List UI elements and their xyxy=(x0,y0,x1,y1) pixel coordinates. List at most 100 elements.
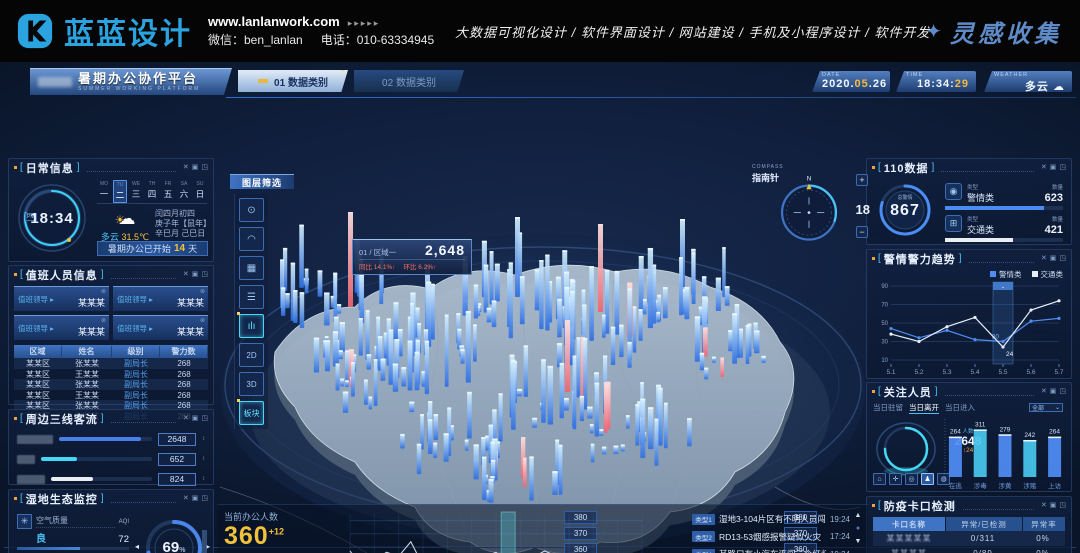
svg-text:5.6: 5.6 xyxy=(1026,369,1035,376)
brand-banner: 蓝蓝设计 www.lanlanwork.com▸▸▸▸▸ 微信：ben_lanl… xyxy=(0,0,1080,62)
checkpoint-name: 某某某某某 xyxy=(873,533,945,544)
panel-minimize-icon[interactable]: ✕ xyxy=(183,415,189,422)
panel-window-icon[interactable]: ▣ xyxy=(1050,388,1057,395)
panel-expand-icon[interactable]: ◳ xyxy=(1059,164,1066,171)
layer-button-mode-2d[interactable]: 2D xyxy=(239,343,264,367)
region-tooltip[interactable]: 01 / 区域一 2,648 同比 14.1%↑ 环比 6.2%↑ xyxy=(352,239,472,275)
panel-minimize-icon[interactable]: ✕ xyxy=(1041,502,1047,509)
duty-leader-card[interactable]: 值班领导 ▸某某某⊗ xyxy=(113,315,208,340)
duty-leader-card[interactable]: 值班领导 ▸某某某⊗ xyxy=(14,286,109,311)
target-icon[interactable]: ◎ xyxy=(905,473,918,485)
svg-text:5.1: 5.1 xyxy=(886,369,895,376)
duty-header-cell: 警力数 xyxy=(160,346,208,357)
svg-text:涉赌: 涉赌 xyxy=(1023,481,1037,490)
layer-button-list[interactable]: ☰ xyxy=(239,285,264,309)
panel-expand-icon[interactable]: ◳ xyxy=(201,164,208,171)
weekday-cell[interactable]: TU二 xyxy=(113,180,127,203)
panel-expand-icon[interactable]: ◳ xyxy=(1059,502,1066,509)
gauge-left-arrow[interactable]: ◂ xyxy=(135,542,139,551)
layer-button-mode-3d[interactable]: 3D xyxy=(239,372,264,396)
weekday-cell[interactable]: SU日 xyxy=(193,180,207,203)
duty-cell: 副局长 xyxy=(112,369,160,380)
svg-text:264: 264 xyxy=(1049,429,1060,436)
checkpoint-header-cell: 异常率 xyxy=(1023,517,1065,531)
scroll-up-icon[interactable]: ▲ xyxy=(855,512,862,519)
weekday-en: SA xyxy=(181,181,188,187)
focus-tab[interactable]: 当日离开 xyxy=(909,402,939,414)
traffic-category-row: ⊞ 类型数量 交通类421 xyxy=(945,215,1063,242)
focus-filter-dropdown[interactable]: 全部⌄ xyxy=(1029,403,1063,412)
weekday-cn: 四 xyxy=(148,188,157,200)
weekday-cell[interactable]: SA六 xyxy=(177,180,191,203)
zoom-in-button[interactable]: + xyxy=(856,174,868,186)
panel-minimize-icon[interactable]: ✕ xyxy=(1041,388,1047,395)
panel-expand-icon[interactable]: ◳ xyxy=(201,415,208,422)
lunar-calendar: 闰四月初四 庚子年【鼠年】 辛巳月 己巳日 xyxy=(155,209,209,239)
alarm-icon: ◉ xyxy=(945,183,962,200)
scroll-down-icon[interactable]: ▼ xyxy=(855,538,862,545)
card-close-icon[interactable]: ⊗ xyxy=(200,288,205,295)
panel-minimize-icon[interactable]: ✕ xyxy=(183,271,189,278)
alarm-row[interactable]: 类型2RD13-53烟感报警疑似火灾17:24 xyxy=(692,530,850,544)
weekday-cell[interactable]: FR五 xyxy=(161,180,175,203)
panel-minimize-icon[interactable]: ✕ xyxy=(1041,164,1047,171)
inspiration-collect[interactable]: ✦ 灵感收集 xyxy=(925,0,1062,62)
weekday-cell[interactable]: WE三 xyxy=(129,180,143,203)
layer-button-deploy[interactable]: ▦ xyxy=(239,256,264,280)
panel-window-icon[interactable]: ▣ xyxy=(1050,164,1057,171)
panel-expand-icon[interactable]: ◳ xyxy=(201,495,208,502)
panel-expand-icon[interactable]: ◳ xyxy=(201,271,208,278)
scroll-dot-icon: ● xyxy=(856,525,860,532)
layer-button-stats[interactable]: ılı xyxy=(239,314,264,338)
duty-cell: 268 xyxy=(160,359,208,368)
card-close-icon[interactable]: ⊗ xyxy=(200,317,205,324)
layer-button-radar[interactable]: ◠ xyxy=(239,227,264,251)
flow-value: 2648 xyxy=(158,433,196,446)
duty-header-cell: 姓名 xyxy=(62,346,112,357)
panel-title: 警情警力趋势 xyxy=(884,251,956,267)
weekday-strip: MO一TU二WE三TH四FR五SA六SU日 xyxy=(97,180,207,203)
panel-window-icon[interactable]: ▣ xyxy=(192,271,199,278)
gauge-slider[interactable] xyxy=(202,530,207,553)
weekday-cell[interactable]: MO一 xyxy=(97,180,111,203)
layer-button-sector[interactable]: 板块 xyxy=(239,401,264,425)
panel-minimize-icon[interactable]: ✕ xyxy=(183,495,189,502)
duty-leader-card[interactable]: 值班领导 ▸某某某⊗ xyxy=(14,315,109,340)
home-icon[interactable]: ⌂ xyxy=(873,473,886,485)
alarm-category-row: ◉ 类型数量 警情类623 xyxy=(945,183,1063,210)
panel-minimize-icon[interactable]: ✕ xyxy=(1041,255,1047,262)
tab-data-category-2[interactable]: 02 数据类别 xyxy=(354,70,464,92)
svg-text:50: 50 xyxy=(881,321,888,327)
svg-text:涉黄: 涉黄 xyxy=(999,481,1013,490)
alarm-row[interactable]: 类型1湿地3-104片区有不明人员闯入19:24 xyxy=(692,512,850,526)
weekday-cell[interactable]: TH四 xyxy=(145,180,159,203)
compass-dial[interactable]: N xyxy=(774,174,844,244)
zoom-out-button[interactable]: − xyxy=(856,226,868,238)
panel-window-icon[interactable]: ▣ xyxy=(192,495,199,502)
focus-tab[interactable]: 当日驻留 xyxy=(873,402,903,414)
panel-passenger-flow: [周边三线客流]✕▣◳ 2648↕652↕824↕ xyxy=(8,409,214,485)
card-close-icon[interactable]: ⊗ xyxy=(101,317,106,324)
tool-icon[interactable]: ✛ xyxy=(889,473,902,485)
panel-expand-icon[interactable]: ◳ xyxy=(1059,388,1066,395)
alarm-row[interactable]: 类型4某路口有小汽车连闯三个红灯19:24 xyxy=(692,547,850,553)
duty-role: 值班领导 ▸ xyxy=(18,324,54,333)
checkpoint-row: 某某某某某0/3110% xyxy=(873,531,1065,546)
panel-expand-icon[interactable]: ◳ xyxy=(1059,255,1066,262)
sun-cloud-icon: ☀☁ xyxy=(99,209,151,229)
weekday-cn: 二 xyxy=(116,189,125,201)
panel-window-icon[interactable]: ▣ xyxy=(1050,255,1057,262)
layer-button-camera[interactable]: ⊙ xyxy=(239,198,264,222)
weekday-en: MO xyxy=(100,181,108,187)
card-close-icon[interactable]: ⊗ xyxy=(101,288,106,295)
website-link[interactable]: www.lanlanwork.com xyxy=(208,14,340,29)
duty-leader-card[interactable]: 值班领导 ▸某某某⊗ xyxy=(113,286,208,311)
panel-window-icon[interactable]: ▣ xyxy=(1050,502,1057,509)
person-icon[interactable]: ♟ xyxy=(921,473,934,485)
panel-window-icon[interactable]: ▣ xyxy=(192,164,199,171)
tab-data-category-1[interactable]: 01 数据类别 xyxy=(238,70,348,92)
panel-wetland-monitor: [湿地生态监控]✕▣◳ ✳空气质量AQI 良72 ♪环境噪音分贝 正常61 69… xyxy=(8,489,214,553)
panel-minimize-icon[interactable]: ✕ xyxy=(183,164,189,171)
panel-window-icon[interactable]: ▣ xyxy=(192,415,199,422)
flow-track xyxy=(59,437,152,441)
